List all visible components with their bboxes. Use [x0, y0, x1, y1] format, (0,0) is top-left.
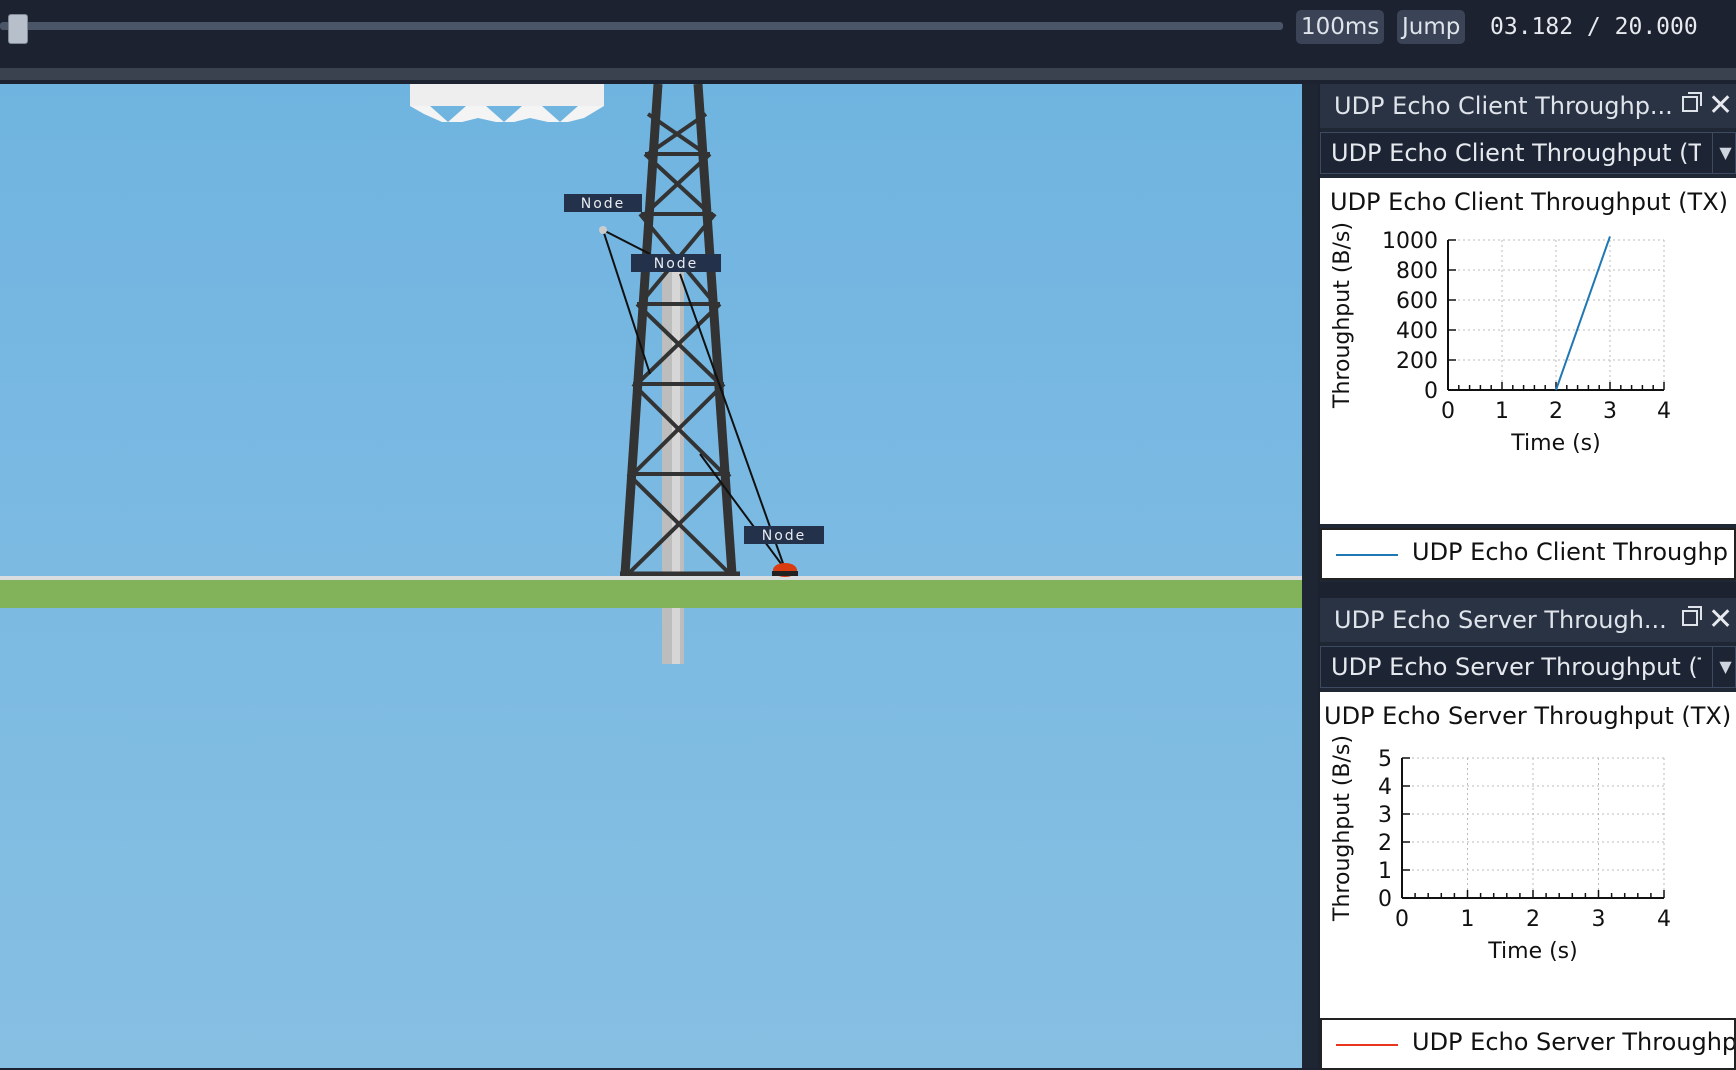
legend-label: UDP Echo Client Throughp: [1412, 538, 1728, 566]
x-tick-label: 1: [1495, 399, 1509, 424]
x-tick-label: 4: [1657, 399, 1671, 424]
timeline-slider-track[interactable]: [0, 22, 1283, 30]
series-select[interactable]: UDP Echo Client Throughput (T ▼: [1320, 132, 1736, 174]
y-tick-label: 0: [1378, 887, 1392, 912]
toolbar-separator: [0, 68, 1736, 80]
node-marker[interactable]: [772, 563, 798, 577]
x-tick-label: 3: [1592, 907, 1606, 932]
y-tick-label: 2: [1378, 831, 1392, 856]
client-throughput-chart: 0 1 2 3 402004006008001000Time (s)Throughput…: [1330, 222, 1671, 456]
node-label: Node: [631, 254, 721, 272]
y-tick-label: 200: [1396, 349, 1438, 374]
y-tick-label: 5: [1378, 747, 1392, 772]
splitter[interactable]: [1302, 84, 1318, 1068]
panel-title: UDP Echo Server Through...: [1334, 606, 1667, 634]
y-tick-label: 1: [1378, 859, 1392, 884]
y-tick-label: 0: [1424, 379, 1438, 404]
series-select[interactable]: UDP Echo Server Throughput (T ▼: [1320, 646, 1736, 688]
y-axis-label: Throughput (B/s): [1330, 735, 1355, 922]
legend-line-swatch: [1336, 1044, 1398, 1046]
ground-edge: [0, 576, 1302, 580]
x-axis-label: Time (s): [1510, 431, 1600, 456]
playback-toolbar: 100ms Jump 03.182 / 20.000: [0, 0, 1736, 64]
timeline-slider-handle[interactable]: [8, 14, 28, 44]
y-tick-label: 4: [1378, 775, 1392, 800]
svg-text:Node: Node: [654, 256, 699, 272]
x-tick-label: 1: [1461, 907, 1475, 932]
close-icon[interactable]: ✕: [1708, 600, 1733, 640]
plot-title: UDP Echo Server Throughput (TX): [1324, 702, 1732, 730]
chevron-down-icon[interactable]: ▼: [1712, 647, 1736, 687]
cloud: [410, 84, 604, 122]
series-select-value: UDP Echo Client Throughput (T: [1331, 139, 1701, 167]
panel-titlebar[interactable]: UDP Echo Client Throughp... ✕: [1320, 84, 1736, 128]
y-tick-label: 600: [1396, 289, 1438, 314]
node-marker[interactable]: [599, 226, 607, 234]
y-tick-label: 800: [1396, 259, 1438, 284]
ground-grass: [0, 580, 1302, 608]
svg-text:Node: Node: [581, 196, 626, 212]
jump-button[interactable]: Jump: [1397, 10, 1466, 44]
x-tick-label: 2: [1549, 399, 1563, 424]
legend-line-swatch: [1336, 554, 1398, 556]
node-label: Node: [744, 526, 824, 544]
server-throughput-chart: 0 1 2 3 4012345Time (s)Throughput (B/s): [1330, 735, 1671, 964]
restore-icon[interactable]: [1682, 606, 1702, 626]
speed-button[interactable]: 100ms: [1296, 10, 1385, 44]
plot-title: UDP Echo Client Throughput (TX): [1330, 188, 1729, 216]
x-axis-label: Time (s): [1487, 939, 1577, 964]
client-throughput-panel: UDP Echo Client Throughp... ✕ UDP Echo C…: [1320, 84, 1736, 582]
x-tick-label: 2: [1526, 907, 1540, 932]
panel-titlebar[interactable]: UDP Echo Server Through... ✕: [1320, 598, 1736, 642]
x-tick-label: 0: [1395, 907, 1409, 932]
y-axis-label: Throughput (B/s): [1330, 222, 1355, 409]
plot-area: UDP Echo Server Throughput (TX) 01234012…: [1320, 692, 1736, 1038]
x-tick-label: 0: [1441, 399, 1455, 424]
chart-legend: UDP Echo Server Throughp: [1320, 1018, 1736, 1070]
series-select-value: UDP Echo Server Throughput (T: [1331, 653, 1701, 681]
plot-area: UDP Echo Client Throughput (TX) 0 1 2 3 4 0 20…: [1320, 178, 1736, 524]
x-tick-label: 4: [1657, 907, 1671, 932]
y-tick-label: 1000: [1382, 229, 1438, 254]
chevron-down-icon[interactable]: ▼: [1712, 133, 1736, 173]
series-line: [1555, 236, 1611, 391]
chart-legend: UDP Echo Client Throughp: [1320, 528, 1736, 580]
y-tick-label: 3: [1378, 803, 1392, 828]
node-label: Node: [564, 194, 642, 212]
close-icon[interactable]: ✕: [1708, 86, 1733, 126]
panel-title: UDP Echo Client Throughp...: [1334, 92, 1673, 120]
server-throughput-panel: UDP Echo Server Through... ✕ UDP Echo Se…: [1320, 598, 1736, 1070]
y-tick-label: 400: [1396, 319, 1438, 344]
x-tick-label: 3: [1603, 399, 1617, 424]
svg-text:Node: Node: [762, 528, 807, 544]
restore-icon[interactable]: [1682, 92, 1702, 112]
time-readout: 03.182 / 20.000: [1490, 14, 1698, 40]
simulation-viewport[interactable]: Node Node Node: [0, 84, 1302, 1068]
legend-label: UDP Echo Server Throughp: [1412, 1028, 1736, 1056]
